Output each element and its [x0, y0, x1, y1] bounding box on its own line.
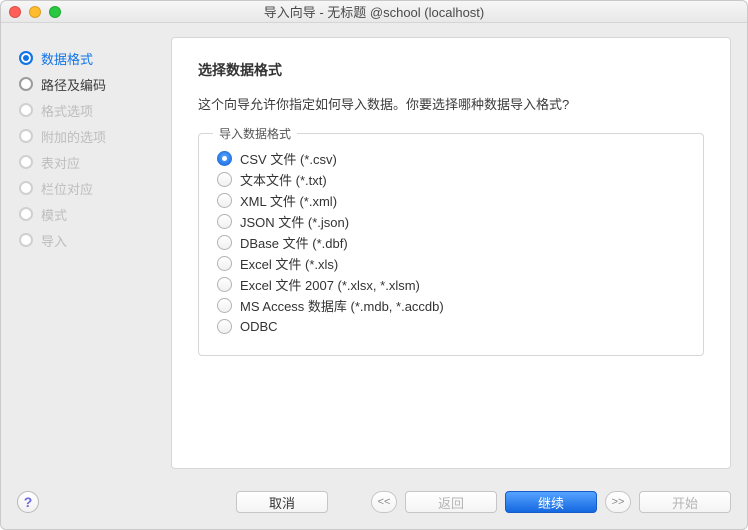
radio-icon[interactable]: [217, 214, 232, 229]
step-dot-icon: [19, 155, 33, 169]
step-label: 表对应: [41, 153, 80, 172]
sidebar-step-2: 格式选项: [19, 97, 171, 123]
radio-icon[interactable]: [217, 172, 232, 187]
radio-icon[interactable]: [217, 256, 232, 271]
radio-icon[interactable]: [217, 193, 232, 208]
step-dot-icon: [19, 129, 33, 143]
footer: ? 取消 << 返回 继续 >> 开始: [1, 479, 747, 529]
format-option-5[interactable]: Excel 文件 (*.xls): [217, 253, 685, 274]
sidebar-step-3: 附加的选项: [19, 123, 171, 149]
format-options: CSV 文件 (*.csv) 文本文件 (*.txt) XML 文件 (*.xml)…: [217, 148, 685, 337]
radio-icon[interactable]: [217, 277, 232, 292]
radio-icon[interactable]: [217, 298, 232, 313]
sidebar: 数据格式路径及编码格式选项附加的选项表对应栏位对应模式导入: [1, 23, 171, 469]
step-label: 数据格式: [41, 49, 93, 68]
help-button[interactable]: ?: [17, 491, 39, 513]
minimize-icon[interactable]: [29, 6, 41, 18]
radio-icon[interactable]: [217, 151, 232, 166]
format-option-label: Excel 文件 (*.xls): [240, 254, 338, 273]
format-option-0[interactable]: CSV 文件 (*.csv): [217, 148, 685, 169]
format-option-label: MS Access 数据库 (*.mdb, *.accdb): [240, 296, 444, 315]
radio-icon[interactable]: [217, 319, 232, 334]
fieldset-legend: 导入数据格式: [213, 125, 297, 142]
sidebar-step-6: 模式: [19, 201, 171, 227]
titlebar: 导入向导 - 无标题 @school (localhost): [1, 1, 747, 23]
sidebar-step-4: 表对应: [19, 149, 171, 175]
main-description: 这个向导允许你指定如何导入数据。你要选择哪种数据导入格式?: [198, 94, 704, 113]
format-option-label: ODBC: [240, 319, 278, 334]
format-option-label: 文本文件 (*.txt): [240, 170, 327, 189]
last-button[interactable]: >>: [605, 491, 631, 513]
main-heading: 选择数据格式: [198, 60, 704, 80]
format-option-2[interactable]: XML 文件 (*.xml): [217, 190, 685, 211]
next-button[interactable]: 继续: [505, 491, 597, 513]
window-title: 导入向导 - 无标题 @school (localhost): [1, 2, 747, 21]
step-dot-icon: [19, 181, 33, 195]
step-dot-icon: [19, 103, 33, 117]
format-option-7[interactable]: MS Access 数据库 (*.mdb, *.accdb): [217, 295, 685, 316]
start-button[interactable]: 开始: [639, 491, 731, 513]
window: 导入向导 - 无标题 @school (localhost) 数据格式路径及编码…: [0, 0, 748, 530]
step-label: 栏位对应: [41, 179, 93, 198]
format-option-3[interactable]: JSON 文件 (*.json): [217, 211, 685, 232]
format-option-label: DBase 文件 (*.dbf): [240, 233, 348, 252]
radio-icon[interactable]: [217, 235, 232, 250]
format-option-label: Excel 文件 2007 (*.xlsx, *.xlsm): [240, 275, 420, 294]
back-button[interactable]: 返回: [405, 491, 497, 513]
step-dot-icon: [19, 77, 33, 91]
cancel-button[interactable]: 取消: [236, 491, 328, 513]
step-dot-icon: [19, 207, 33, 221]
step-label: 模式: [41, 205, 67, 224]
sidebar-step-5: 栏位对应: [19, 175, 171, 201]
step-label: 格式选项: [41, 101, 93, 120]
step-dot-icon: [19, 233, 33, 247]
step-label: 附加的选项: [41, 127, 106, 146]
first-button[interactable]: <<: [371, 491, 397, 513]
sidebar-step-7: 导入: [19, 227, 171, 253]
format-option-4[interactable]: DBase 文件 (*.dbf): [217, 232, 685, 253]
format-option-6[interactable]: Excel 文件 2007 (*.xlsx, *.xlsm): [217, 274, 685, 295]
format-option-label: JSON 文件 (*.json): [240, 212, 349, 231]
nav-button-group: << 返回 继续 >> 开始: [371, 491, 731, 513]
sidebar-step-0[interactable]: 数据格式: [19, 45, 171, 71]
step-label: 路径及编码: [41, 75, 106, 94]
format-option-8[interactable]: ODBC: [217, 316, 685, 337]
format-option-1[interactable]: 文本文件 (*.txt): [217, 169, 685, 190]
format-option-label: XML 文件 (*.xml): [240, 191, 337, 210]
format-fieldset: 导入数据格式 CSV 文件 (*.csv)文本文件 (*.txt)XML 文件 …: [198, 133, 704, 356]
sidebar-step-1[interactable]: 路径及编码: [19, 71, 171, 97]
main-panel: 选择数据格式 这个向导允许你指定如何导入数据。你要选择哪种数据导入格式? 导入数…: [171, 37, 731, 469]
close-icon[interactable]: [9, 6, 21, 18]
zoom-icon[interactable]: [49, 6, 61, 18]
body: 数据格式路径及编码格式选项附加的选项表对应栏位对应模式导入 选择数据格式 这个向…: [1, 23, 747, 479]
step-label: 导入: [41, 231, 67, 250]
step-dot-icon: [19, 51, 33, 65]
format-option-label: CSV 文件 (*.csv): [240, 149, 337, 168]
